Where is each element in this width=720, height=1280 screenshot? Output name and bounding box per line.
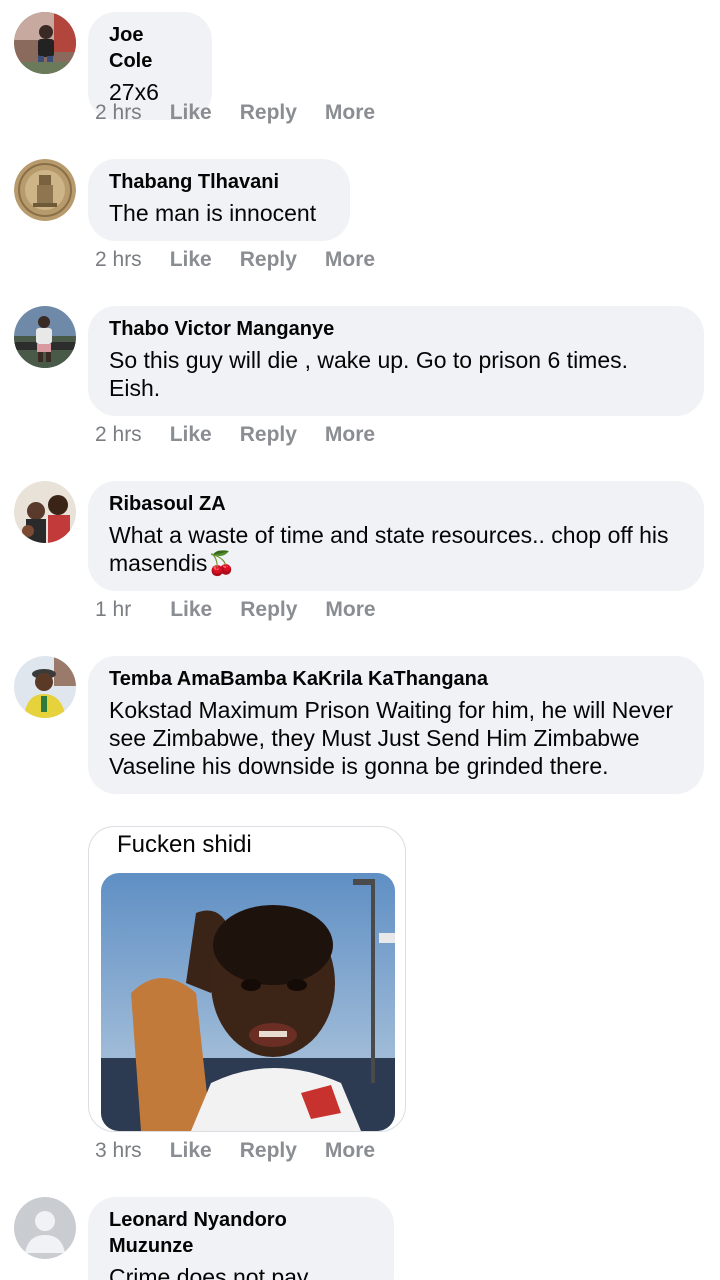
comment-time: 2 hrs bbox=[95, 248, 142, 271]
comment-bubble: Ribasoul ZA What a waste of time and sta… bbox=[88, 481, 704, 591]
comment-actions: 3 hrs Like Reply More bbox=[95, 1139, 403, 1163]
more-button[interactable]: More bbox=[325, 101, 375, 125]
comment-actions: 1 hr Like Reply More bbox=[95, 598, 404, 622]
comment-text: Crime does not pay bbox=[109, 1264, 309, 1280]
comment-text: Kokstad Maximum Prison Waiting for him, … bbox=[109, 697, 674, 779]
comment-text: So this guy will die , wake up. Go to pr… bbox=[109, 347, 629, 401]
comment-text: What a waste of time and state resources… bbox=[109, 522, 669, 576]
more-button[interactable]: More bbox=[325, 598, 375, 622]
comment-time: 2 hrs bbox=[95, 423, 142, 446]
like-button[interactable]: Like bbox=[170, 1139, 212, 1163]
reply-button[interactable]: Reply bbox=[240, 248, 297, 272]
comment-author[interactable]: Temba AmaBamba KaKrila KaThangana bbox=[109, 666, 682, 692]
comment-author[interactable]: Thabo Victor Manganye bbox=[109, 316, 682, 342]
comment-time: 2 hrs bbox=[95, 101, 142, 124]
comment-author[interactable]: Leonard Nyandoro Muzunze bbox=[109, 1207, 372, 1259]
comment-time: 1 hr bbox=[95, 598, 132, 621]
more-button[interactable]: More bbox=[325, 423, 375, 447]
more-button[interactable]: More bbox=[325, 1139, 375, 1163]
comment-actions: 2 hrs Like Reply More bbox=[95, 248, 403, 272]
avatar[interactable] bbox=[14, 12, 76, 74]
comment-author[interactable]: Ribasoul ZA bbox=[109, 491, 682, 517]
avatar[interactable] bbox=[14, 306, 76, 368]
like-button[interactable]: Like bbox=[170, 101, 212, 125]
comment-bubble: Thabo Victor Manganye So this guy will d… bbox=[88, 306, 704, 416]
comment-time: 3 hrs bbox=[95, 1139, 142, 1162]
meme-caption: Fucken shidi bbox=[117, 831, 252, 858]
comment-text: The man is innocent bbox=[109, 200, 317, 226]
reply-button[interactable]: Reply bbox=[240, 423, 297, 447]
comment-bubble: Temba AmaBamba KaKrila KaThangana Koksta… bbox=[88, 656, 704, 794]
comment-bubble: Leonard Nyandoro Muzunze Crime does not … bbox=[88, 1197, 394, 1280]
reply-button[interactable]: Reply bbox=[240, 1139, 297, 1163]
comment-author[interactable]: Joe Cole bbox=[109, 22, 190, 74]
comment-bubble: Thabang Tlhavani The man is innocent bbox=[88, 159, 350, 241]
avatar[interactable] bbox=[14, 656, 76, 718]
avatar[interactable] bbox=[14, 481, 76, 543]
reply-button[interactable]: Reply bbox=[240, 101, 297, 125]
more-button[interactable]: More bbox=[325, 248, 375, 272]
like-button[interactable]: Like bbox=[170, 248, 212, 272]
comment-actions: 2 hrs Like Reply More bbox=[95, 423, 403, 447]
avatar[interactable] bbox=[14, 159, 76, 221]
comment-author[interactable]: Thabang Tlhavani bbox=[109, 169, 328, 195]
meme-photo[interactable] bbox=[101, 873, 395, 1131]
comment-actions: 2 hrs Like Reply More bbox=[95, 101, 403, 125]
like-button[interactable]: Like bbox=[170, 423, 212, 447]
like-button[interactable]: Like bbox=[170, 598, 212, 622]
comment-image-attachment[interactable]: Fucken shidi bbox=[88, 826, 406, 1132]
reply-button[interactable]: Reply bbox=[240, 598, 297, 622]
avatar[interactable] bbox=[14, 1197, 76, 1259]
